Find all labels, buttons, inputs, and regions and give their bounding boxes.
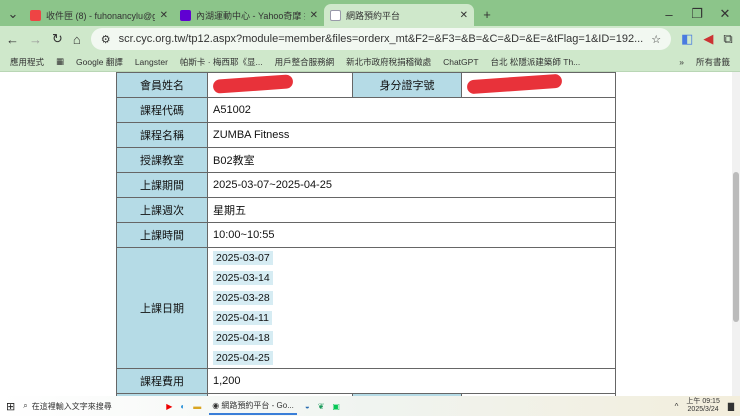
- member-name-label: 會員姓名: [116, 72, 208, 98]
- date-item: 2025-04-11: [213, 311, 272, 325]
- address-bar[interactable]: ⚙ scr.cyc.org.tw/tp12.aspx?module=member…: [90, 28, 672, 50]
- table-row: 課程代碼 A51002: [116, 97, 616, 123]
- row-value: 2025-03-07~2025-04-25: [207, 172, 616, 198]
- extensions-puzzle-icon[interactable]: ⧉: [723, 31, 732, 47]
- bookmark-user-service[interactable]: 用戶整合服務網: [275, 56, 335, 68]
- dates-label: 上課日期: [116, 247, 208, 369]
- reload-icon[interactable]: ↻: [52, 31, 63, 47]
- row-value: 10:00~10:55: [207, 222, 616, 248]
- close-icon[interactable]: ✕: [160, 10, 168, 21]
- windows-start-icon[interactable]: ⊞: [6, 400, 15, 413]
- tab-search-icon[interactable]: ⌄: [6, 6, 20, 22]
- gmail-icon: [30, 9, 41, 21]
- grid-icon[interactable]: ▦: [56, 56, 64, 67]
- close-window-button[interactable]: ✕: [718, 6, 732, 22]
- row-label: 上課期間: [116, 172, 208, 198]
- date-item: 2025-03-14: [213, 271, 273, 285]
- tray-chevron-icon[interactable]: ^: [675, 402, 679, 411]
- page-icon: [330, 9, 341, 21]
- app-icon[interactable]: ❦: [318, 402, 325, 411]
- fee-label: 課程費用: [116, 368, 208, 394]
- table-row: 上課週次 星期五: [116, 197, 616, 223]
- id-label: 身分證字號: [352, 72, 462, 98]
- taskbar-search[interactable]: ⌕ 在這裡輸入文字來搜尋: [23, 401, 158, 412]
- page-content: 會員姓名 身分證字號 課程代碼 A51002 課程名稱 ZUMBA Fitness …: [0, 72, 740, 396]
- site-info-icon[interactable]: ⚙: [101, 33, 111, 46]
- bookmark-pascal[interactable]: 帕斯卡 · 梅西耶《显...: [180, 56, 263, 68]
- table-row: 課程名稱 ZUMBA Fitness: [116, 122, 616, 148]
- date-item: 2025-04-18: [213, 331, 273, 345]
- edge-icon[interactable]: ◐: [180, 402, 185, 411]
- table-row: 上課期間 2025-03-07~2025-04-25: [116, 172, 616, 198]
- row-value: A51002: [207, 97, 616, 123]
- row-value: B02教室: [207, 147, 616, 173]
- youtube-icon[interactable]: ▶: [166, 402, 172, 411]
- table-row: 上課時間 10:00~10:55: [116, 222, 616, 248]
- bookmark-tax[interactable]: 新北市政府稅捐稽徵處: [346, 56, 431, 68]
- fee-value: 1,200: [207, 368, 616, 394]
- back-icon[interactable]: ←: [6, 32, 19, 47]
- bookmarks-bar: 應用程式 ▦ Google 翻譯 Langster 帕斯卡 · 梅西耶《显...…: [0, 52, 740, 72]
- more-bookmarks-icon[interactable]: »: [679, 57, 684, 67]
- search-icon: ⌕: [23, 401, 28, 410]
- tab-yahoo[interactable]: 內湖運動中心 - Yahoo奇摩 搜尋結✕: [174, 4, 324, 26]
- row-label: 上課週次: [116, 197, 208, 223]
- redaction-mark: [212, 73, 294, 94]
- translate-icon[interactable]: ◧: [681, 31, 693, 47]
- close-icon[interactable]: ✕: [310, 10, 318, 21]
- home-icon[interactable]: ⌂: [73, 32, 81, 47]
- extension-icon[interactable]: ◀: [703, 31, 713, 47]
- bookmark-langster[interactable]: Langster: [135, 57, 168, 67]
- table-row: 上課日期 2025-03-07 2025-03-14 2025-03-28 20…: [116, 247, 616, 369]
- scrollbar[interactable]: [732, 72, 740, 396]
- restore-button[interactable]: ❐: [690, 6, 704, 22]
- close-icon[interactable]: ✕: [460, 10, 468, 21]
- member-name-value: [207, 72, 353, 98]
- notification-icon[interactable]: ▇: [728, 402, 734, 411]
- toolbar: ← → ↻ ⌂ ⚙ scr.cyc.org.tw/tp12.aspx?modul…: [0, 26, 740, 52]
- row-label: 授課教室: [116, 147, 208, 173]
- bookmark-architect[interactable]: 台北 松隱派建築師 Th...: [491, 56, 581, 68]
- all-bookmarks[interactable]: 所有書籤: [696, 56, 730, 68]
- star-icon[interactable]: ☆: [651, 33, 661, 46]
- scrollbar-thumb[interactable]: [733, 172, 739, 322]
- redaction-mark: [466, 73, 563, 94]
- bookmark-apps[interactable]: 應用程式: [10, 56, 44, 68]
- app-icon[interactable]: ◒: [305, 402, 310, 411]
- date-item: 2025-03-07: [213, 251, 273, 265]
- table-row: 會員姓名 身分證字號: [116, 72, 616, 98]
- tab-gmail[interactable]: 收件匣 (8) - fuhonancylu@gmail✕: [24, 4, 174, 26]
- taskbar: ⊞ ⌕ 在這裡輸入文字來搜尋 ▶ ◐ ▬ ◉ 網路預約平台 - Go... ◒ ❦…: [0, 396, 740, 416]
- table-row: 課程費用 1,200: [116, 368, 616, 394]
- line-icon[interactable]: ▣: [332, 402, 340, 411]
- date-item: 2025-04-25: [213, 351, 273, 365]
- forward-icon[interactable]: →: [29, 32, 42, 47]
- row-value: 星期五: [207, 197, 616, 223]
- table-row: 授課教室 B02教室: [116, 147, 616, 173]
- tab-booking[interactable]: 網路預約平台 ✕: [324, 4, 474, 26]
- dates-list: 2025-03-07 2025-03-14 2025-03-28 2025-04…: [207, 247, 616, 369]
- row-label: 課程代碼: [116, 97, 208, 123]
- yahoo-icon: [180, 9, 191, 21]
- minimize-button[interactable]: –: [662, 7, 676, 22]
- taskbar-chrome[interactable]: ◉ 網路預約平台 - Go...: [209, 398, 297, 415]
- new-tab-button[interactable]: +: [480, 7, 494, 22]
- row-value: ZUMBA Fitness: [207, 122, 616, 148]
- date-item: 2025-03-28: [213, 291, 273, 305]
- tab-bar: ⌄ 收件匣 (8) - fuhonancylu@gmail✕ 內湖運動中心 - …: [0, 0, 740, 26]
- bookmark-chatgpt[interactable]: ChatGPT: [443, 57, 478, 67]
- clock[interactable]: 上午 09:15 2025/3/24: [686, 398, 719, 414]
- file-explorer-icon[interactable]: ▬: [193, 402, 201, 411]
- id-value: [461, 72, 616, 98]
- bookmark-google-translate[interactable]: Google 翻譯: [76, 56, 123, 68]
- row-label: 課程名稱: [116, 122, 208, 148]
- row-label: 上課時間: [116, 222, 208, 248]
- course-detail-table: 會員姓名 身分證字號 課程代碼 A51002 課程名稱 ZUMBA Fitness …: [116, 72, 616, 396]
